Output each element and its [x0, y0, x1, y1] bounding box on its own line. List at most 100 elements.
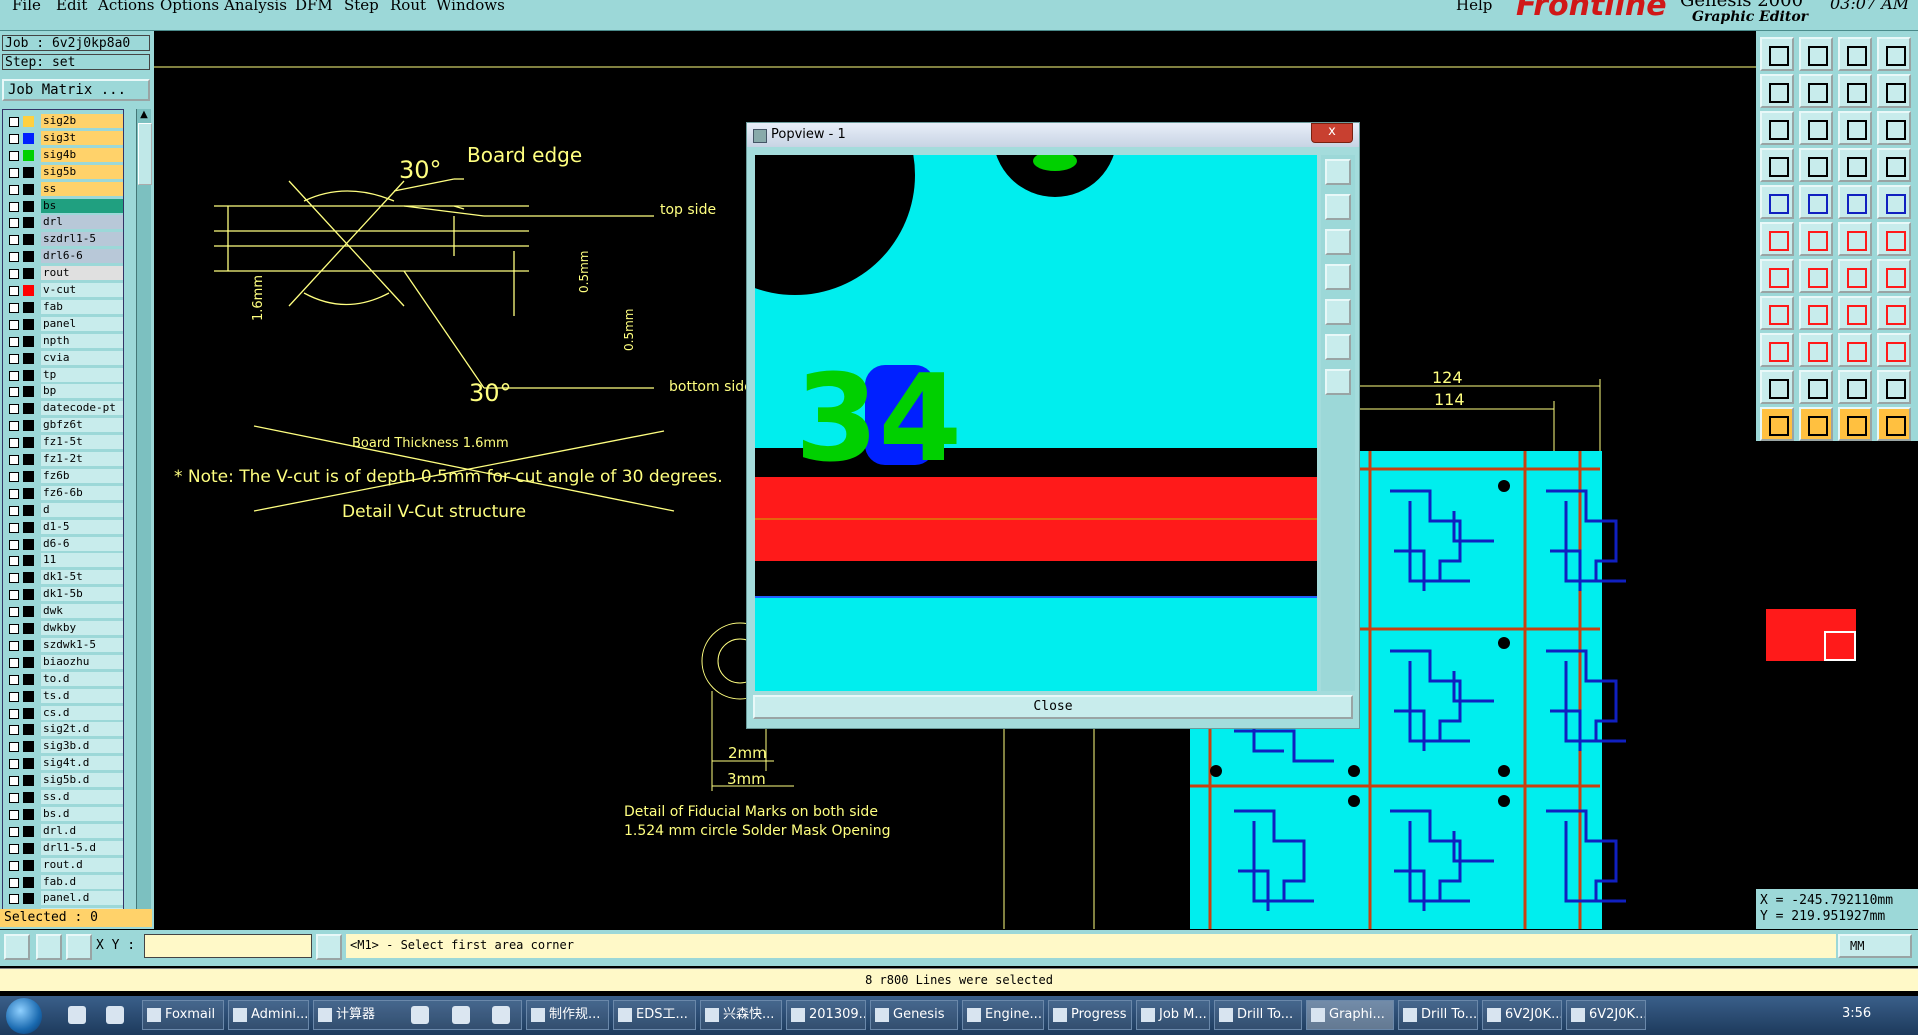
layer-checkbox[interactable] [9, 167, 19, 178]
layer-row[interactable]: d6-6 [3, 536, 123, 552]
taskbar-item[interactable]: Drill To... [1214, 1000, 1302, 1030]
layer-color-swatch[interactable] [23, 606, 34, 618]
folder-icon[interactable] [106, 1006, 124, 1024]
menu-dfm[interactable]: DFM [295, 0, 333, 14]
layer-color-swatch[interactable] [23, 690, 34, 702]
layer-color-swatch[interactable] [23, 183, 34, 195]
tool-button[interactable] [1877, 111, 1911, 145]
layer-color-swatch[interactable] [23, 639, 34, 651]
layer-row[interactable]: szdrl1-5 [3, 232, 123, 247]
layer-checkbox[interactable] [9, 590, 19, 601]
layer-checkbox[interactable] [9, 336, 19, 347]
layer-name[interactable]: fab [41, 299, 123, 314]
select-mode-icon[interactable] [4, 934, 30, 960]
layer-checkbox[interactable] [9, 421, 19, 432]
taskbar-item[interactable]: EDS工... [613, 1000, 696, 1030]
layer-color-swatch[interactable] [23, 673, 34, 685]
layer-row[interactable]: bp [3, 384, 123, 399]
menu-rout[interactable]: Rout [390, 0, 426, 14]
ie-icon[interactable] [68, 1006, 86, 1024]
layer-checkbox[interactable] [9, 860, 19, 871]
layer-checkbox[interactable] [9, 455, 19, 465]
layer-color-swatch[interactable] [23, 369, 34, 381]
layer-checkbox[interactable] [9, 184, 19, 195]
layer-color-swatch[interactable] [23, 116, 34, 127]
taskbar-item[interactable]: Job M... [1136, 1000, 1210, 1030]
layer-color-swatch[interactable] [23, 758, 34, 770]
tool-button[interactable] [1760, 111, 1794, 145]
layer-color-swatch[interactable] [23, 842, 34, 854]
layer-color-swatch[interactable] [23, 301, 34, 313]
menu-options[interactable]: Options [160, 0, 219, 14]
layer-color-swatch[interactable] [23, 132, 34, 144]
layer-row[interactable]: gbfz6t [3, 418, 123, 433]
layer-name[interactable]: dwkby [41, 621, 123, 635]
menu-analysis[interactable]: Analysis [224, 0, 287, 14]
layer-checkbox[interactable] [9, 218, 19, 229]
layer-row[interactable]: 11 [3, 553, 123, 568]
layer-row[interactable]: drl1-5.d [3, 840, 123, 856]
layer-row[interactable]: ts.d [3, 688, 123, 704]
layer-checkbox[interactable] [9, 640, 19, 651]
layer-row[interactable]: fz6-6b [3, 485, 123, 501]
layer-color-swatch[interactable] [23, 589, 34, 601]
tool-button[interactable] [1838, 185, 1872, 219]
tool-button[interactable] [1877, 296, 1911, 330]
tool-button[interactable] [1799, 407, 1833, 441]
layer-color-swatch[interactable] [23, 572, 34, 584]
layer-color-swatch[interactable] [23, 623, 34, 634]
layer-name[interactable]: szdwk1-5 [41, 637, 123, 652]
tool-button[interactable] [1838, 148, 1872, 182]
layer-name[interactable]: panel.d [41, 891, 123, 906]
layer-row[interactable]: rout [3, 266, 123, 281]
layer-name[interactable]: dk1-5b [41, 587, 123, 602]
layer-row[interactable]: drl [3, 215, 123, 230]
layer-row[interactable]: to.d [3, 671, 123, 687]
layer-name[interactable]: drl.d [41, 823, 123, 838]
tool-button[interactable] [1838, 74, 1872, 108]
layer-checkbox[interactable] [9, 319, 19, 330]
layer-checkbox[interactable] [9, 776, 19, 787]
close-button[interactable]: Close [753, 695, 1353, 719]
tool-button[interactable] [1877, 333, 1911, 367]
tool-button[interactable] [1760, 37, 1794, 71]
layer-checkbox[interactable] [9, 793, 19, 803]
menu-windows[interactable]: Windows [436, 0, 505, 14]
taskbar-item[interactable]: 计算器 [313, 1000, 522, 1030]
tool-button[interactable] [1760, 185, 1794, 219]
layer-row[interactable]: drl6-6 [3, 249, 123, 264]
layer-color-swatch[interactable] [23, 656, 34, 668]
tool-button[interactable] [1799, 296, 1833, 330]
layer-name[interactable]: sig2t.d [41, 722, 123, 737]
layer-color-swatch[interactable] [23, 335, 34, 347]
layer-row[interactable]: dwkby [3, 621, 123, 636]
layer-checkbox[interactable] [9, 353, 19, 364]
popview-tool-button[interactable] [1325, 194, 1351, 220]
menu-step[interactable]: Step [344, 0, 379, 14]
layer-name[interactable]: d1-5 [41, 519, 123, 534]
layer-checkbox[interactable] [9, 404, 19, 415]
scroll-up-icon[interactable]: ▲ [138, 109, 150, 121]
popview-tool-button[interactable] [1325, 299, 1351, 325]
layer-name[interactable]: ts.d [41, 688, 123, 703]
tool-button[interactable] [1799, 370, 1833, 404]
popview-titlebar[interactable]: Popview - 1 x [747, 123, 1359, 147]
layer-row[interactable]: tp [3, 367, 123, 383]
layer-checkbox[interactable] [9, 894, 19, 905]
layer-color-swatch[interactable] [23, 251, 34, 263]
layer-color-swatch[interactable] [23, 538, 34, 550]
layer-name[interactable]: sig2b [41, 114, 123, 128]
layer-color-swatch[interactable] [23, 741, 34, 753]
layer-color-swatch[interactable] [23, 487, 34, 499]
tool-button[interactable] [1877, 148, 1911, 182]
layer-checkbox[interactable] [9, 826, 19, 837]
layer-row[interactable]: npth [3, 333, 123, 349]
layer-checkbox[interactable] [9, 133, 19, 144]
popview-tool-button[interactable] [1325, 369, 1351, 395]
scroll-thumb[interactable] [138, 123, 152, 185]
layer-checkbox[interactable] [9, 657, 19, 668]
layer-color-swatch[interactable] [23, 859, 34, 871]
tool-button[interactable] [1838, 333, 1872, 367]
tool-button[interactable] [1799, 222, 1833, 256]
layer-name[interactable]: ss.d [41, 790, 123, 804]
